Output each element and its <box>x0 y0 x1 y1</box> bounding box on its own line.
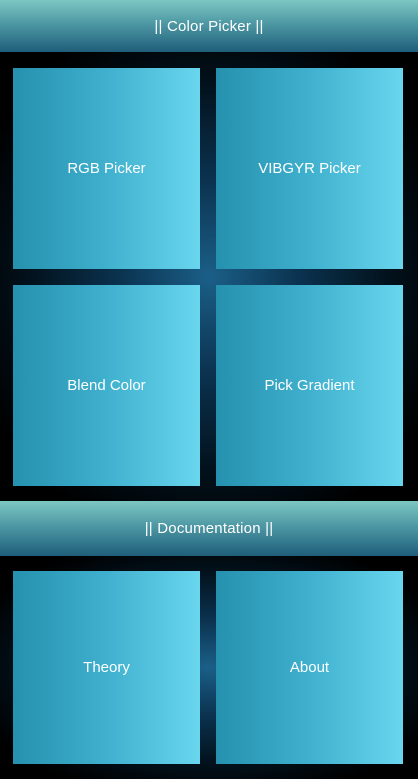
vibgyr-picker-label: VIBGYR Picker <box>258 160 361 177</box>
rgb-picker-button[interactable]: RGB Picker <box>13 68 200 269</box>
documentation-header: || Documentation || <box>0 501 418 556</box>
pick-gradient-label: Pick Gradient <box>264 377 355 394</box>
blend-color-button[interactable]: Blend Color <box>13 285 200 486</box>
color-picker-header: || Color Picker || <box>0 0 418 52</box>
rgb-picker-label: RGB Picker <box>67 160 146 177</box>
about-label: About <box>289 659 330 676</box>
blend-color-label: Blend Color <box>67 377 146 394</box>
pick-gradient-button[interactable]: Pick Gradient <box>216 285 403 486</box>
theory-label: Theory <box>83 659 130 676</box>
theory-button[interactable]: Theory <box>13 571 200 764</box>
vibgyr-picker-button[interactable]: VIBGYR Picker <box>216 68 403 269</box>
color-picker-title: || Color Picker || <box>154 17 264 35</box>
documentation-title: || Documentation || <box>144 520 274 537</box>
about-button[interactable]: About <box>216 571 403 764</box>
